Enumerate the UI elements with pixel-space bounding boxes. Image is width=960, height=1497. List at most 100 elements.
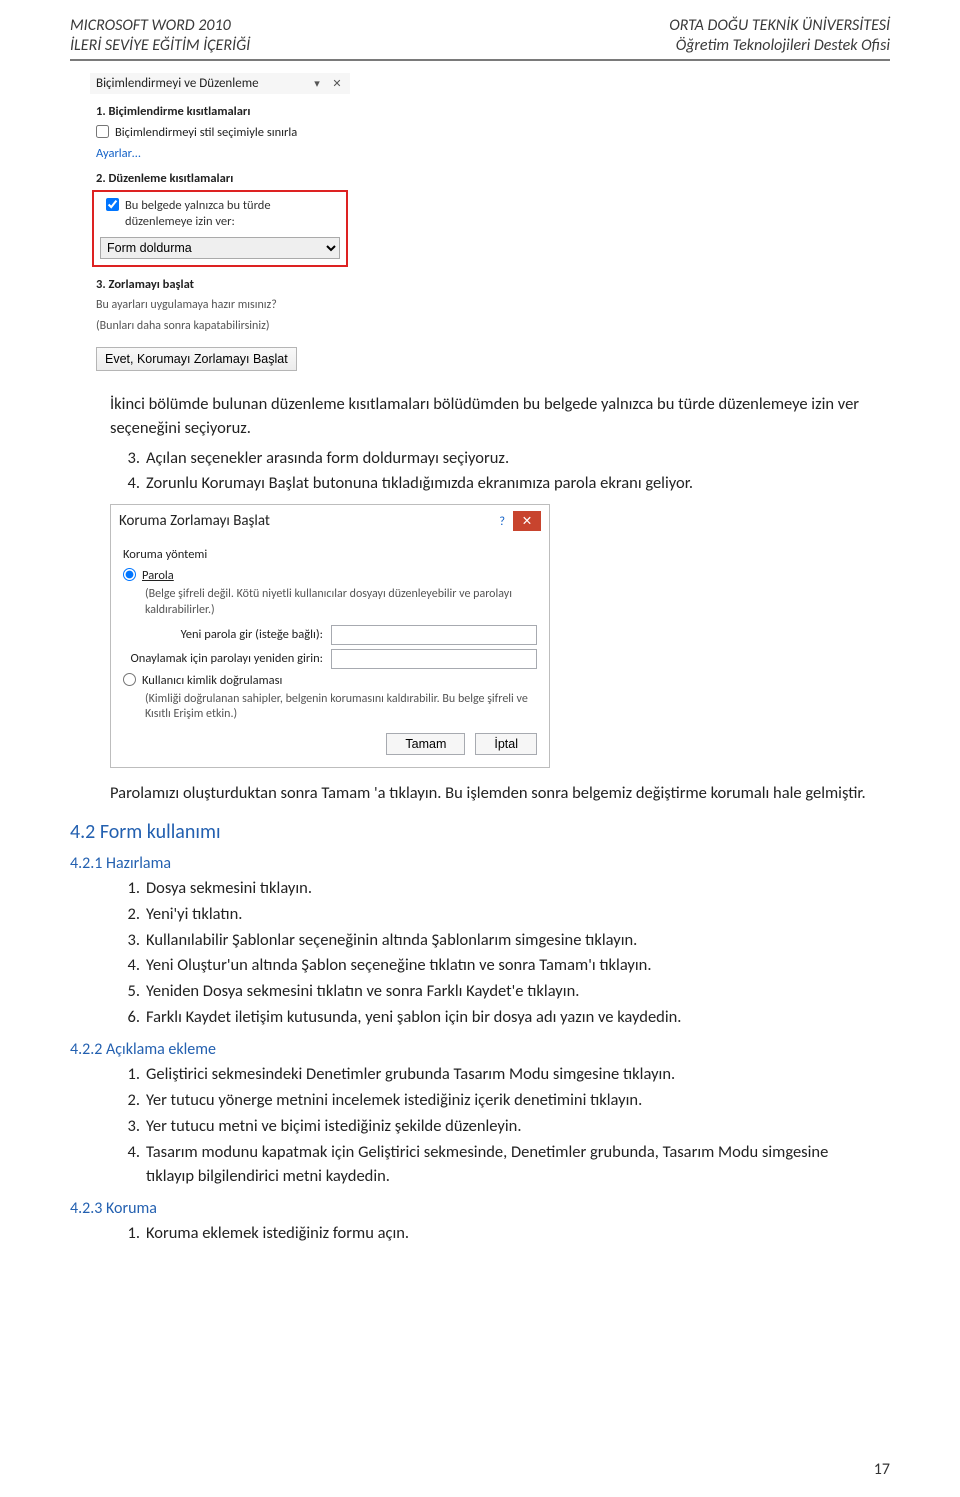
list-number: 4. [110, 1141, 140, 1165]
list-number: 3. [110, 1115, 140, 1139]
dialog-body: Koruma yöntemi Parola (Belge şifreli değ… [111, 537, 549, 766]
list-number: 4. [110, 472, 140, 496]
list-item: 3. Açılan seçenekler arasında form doldu… [110, 447, 880, 471]
ok-button[interactable]: Tamam [386, 733, 465, 755]
user-auth-radio-row[interactable]: Kullanıcı kimlik doğrulaması [123, 673, 537, 688]
list-item: 2. Yeni'yi tıklatın. [110, 903, 880, 927]
after-password-block: Parolamızı oluşturduktan sonra Tamam 'a … [110, 782, 880, 806]
restrict-section-1: 1. Biçimlendirme kısıtlamaları Biçimlend… [90, 104, 350, 161]
list-number: 4. [110, 954, 140, 978]
restrict-title-text: Biçimlendirmeyi ve Düzenleme [96, 76, 304, 91]
header-right: ORTA DOĞU TEKNİK ÜNİVERSİTESİ Öğretim Te… [669, 16, 890, 56]
start-enforcing-dialog: Koruma Zorlamayı Başlat ? ✕ Koruma yönte… [110, 504, 550, 767]
list-number: 3. [110, 929, 140, 953]
list-text: Yeni Oluştur'un altında Şablon seçeneğin… [146, 955, 652, 975]
sec423-list-wrap: 1. Koruma eklemek istediğiniz formu açın. [110, 1222, 880, 1246]
intro-paragraph: İkinci bölümde bulunan düzenleme kısıtla… [110, 393, 880, 441]
sec422-list-wrap: 1. Geliştirici sekmesindeki Denetimler gr… [110, 1063, 880, 1189]
list-item: 3. Kullanılabilir Şablonlar seçeneğinin a… [110, 929, 880, 953]
confirm-password-input[interactable] [331, 649, 537, 669]
list-text: Zorunlu Korumayı Başlat butonuna tıkladı… [146, 473, 693, 493]
restrict-title-bar: Biçimlendirmeyi ve Düzenleme ▾ ✕ [90, 73, 350, 94]
list-item: 3. Yer tutucu metni ve biçimi istediğiniz… [110, 1115, 880, 1139]
list-item: 4.Tasarım modunu kapatmak için Geliştiri… [110, 1141, 880, 1189]
user-auth-radio-label: Kullanıcı kimlik doğrulaması [142, 673, 282, 688]
format-limit-checkbox[interactable]: Biçimlendirmeyi stil seçimiyle sınırla [90, 123, 350, 142]
password-radio-row[interactable]: Parola [123, 568, 537, 583]
new-password-input[interactable] [331, 625, 537, 645]
list-item: 2. Yer tutucu yönerge metnini incelemek i… [110, 1089, 880, 1113]
close-icon[interactable]: ✕ [513, 511, 541, 531]
list-number: 1. [110, 1063, 140, 1087]
radio-icon[interactable] [123, 673, 136, 686]
user-auth-desc: (Kimliği doğrulanan sahipler, belgenin k… [145, 692, 537, 723]
list-item: 1. Dosya sekmesini tıklayın. [110, 877, 880, 901]
header-left: MICROSOFT WORD 2010 İLERİ SEVİYE EĞİTİM … [70, 16, 250, 56]
after-password-text: Parolamızı oluşturduktan sonra Tamam 'a … [110, 782, 880, 806]
edit-restriction-checkbox[interactable]: Bu belgede yalnızca bu türde düzenlemeye… [106, 198, 334, 231]
intro-block: İkinci bölümde bulunan düzenleme kısıtla… [110, 393, 880, 497]
confirm-password-row: Onaylamak için parolayı yeniden girin: [123, 649, 537, 669]
checkbox-icon[interactable] [106, 198, 119, 211]
section-4-2-title: 4.2 Form kullanımı [70, 820, 890, 844]
list-number: 5. [110, 980, 140, 1004]
list-item: 6.Farklı Kaydet iletişim kutusunda, yeni… [110, 1006, 880, 1030]
radio-icon[interactable] [123, 568, 136, 581]
edit-type-select[interactable]: Form doldurma [100, 237, 340, 259]
list-number: 1. [110, 877, 140, 901]
password-radio-label: Parola [142, 568, 174, 583]
list-text: Koruma eklemek istediğiniz formu açın. [146, 1223, 409, 1243]
dialog-title-bar: Koruma Zorlamayı Başlat ? ✕ [111, 505, 549, 537]
intro-list: 3. Açılan seçenekler arasında form doldu… [110, 447, 880, 497]
restrict-sec3-title: 3. Zorlamayı başlat [96, 277, 344, 292]
page-number: 17 [874, 1460, 890, 1479]
list-item: 5. Yeniden Dosya sekmesini tıklatın ve so… [110, 980, 880, 1004]
list-text: Farklı Kaydet iletişim kutusunda, yeni ş… [146, 1007, 681, 1027]
dialog-buttons: Tamam İptal [123, 733, 537, 755]
close-icon[interactable]: ✕ [330, 77, 344, 91]
section-4-2-2-title: 4.2.2 Açıklama ekleme [70, 1040, 890, 1059]
restrict-section-2: 2. Düzenleme kısıtlamaları Bu belgede ya… [90, 171, 350, 267]
list-item: 4. Yeni Oluştur'un altında Şablon seçeneğ… [110, 954, 880, 978]
page-header: MICROSOFT WORD 2010 İLERİ SEVİYE EĞİTİM … [70, 16, 890, 56]
restrict-editing-pane: Biçimlendirmeyi ve Düzenleme ▾ ✕ 1. Biçi… [90, 73, 350, 377]
dialog-title-text: Koruma Zorlamayı Başlat [119, 512, 499, 530]
list-number: 2. [110, 1089, 140, 1113]
list-text: Tasarım modunu kapatmak için Geliştirici… [146, 1142, 828, 1186]
list-text: Dosya sekmesini tıklayın. [146, 878, 312, 898]
list-text: Yeni'yi tıklatın. [146, 904, 242, 924]
sec421-list: 1. Dosya sekmesini tıklayın. 2. Yeni'yi tı… [110, 877, 880, 1031]
list-text: Açılan seçenekler arasında form doldurma… [146, 448, 509, 468]
settings-link[interactable]: Ayarlar… [96, 146, 344, 161]
list-text: Yeniden Dosya sekmesini tıklatın ve sonr… [146, 981, 579, 1001]
sec422-list: 1. Geliştirici sekmesindeki Denetimler gr… [110, 1063, 880, 1189]
help-icon[interactable]: ? [499, 514, 505, 529]
list-text: Kullanılabilir Şablonlar seçeneğinin alt… [146, 930, 637, 950]
checkbox-icon[interactable] [96, 125, 109, 138]
password-desc: (Belge şifreli değil. Kötü niyetli kulla… [145, 587, 537, 618]
sec421-list-wrap: 1. Dosya sekmesini tıklayın. 2. Yeni'yi tı… [110, 877, 880, 1031]
restrict-section-3: 3. Zorlamayı başlat Bu ayarları uygulama… [90, 277, 350, 377]
edit-restriction-label: Bu belgede yalnızca bu türde düzenlemeye… [125, 198, 334, 231]
list-item: 1. Koruma eklemek istediğiniz formu açın. [110, 1222, 880, 1246]
header-left-line2: İLERİ SEVİYE EĞİTİM İÇERİĞİ [70, 36, 250, 56]
edit-restriction-box: Bu belgede yalnızca bu türde düzenlemeye… [92, 190, 348, 267]
chevron-down-icon[interactable]: ▾ [310, 77, 324, 91]
list-text: Yer tutucu metni ve biçimi istediğiniz ş… [146, 1116, 522, 1136]
cancel-button[interactable]: İptal [475, 733, 537, 755]
format-limit-label: Biçimlendirmeyi stil seçimiyle sınırla [115, 125, 297, 140]
start-enforcing-button[interactable]: Evet, Korumayı Zorlamayı Başlat [96, 347, 297, 371]
confirm-password-label: Onaylamak için parolayı yeniden girin: [123, 651, 323, 666]
section-4-2-1-title: 4.2.1 Hazırlama [70, 854, 890, 873]
protection-method-label: Koruma yöntemi [123, 547, 537, 562]
restrict-sec3-text2: (Bunları daha sonra kapatabilirsiniz) [96, 319, 344, 335]
list-number: 2. [110, 903, 140, 927]
list-item: 4. Zorunlu Korumayı Başlat butonuna tıkl… [110, 472, 880, 496]
header-right-line2: Öğretim Teknolojileri Destek Ofisi [669, 36, 890, 56]
list-text: Geliştirici sekmesindeki Denetimler grub… [146, 1064, 675, 1084]
list-number: 1. [110, 1222, 140, 1246]
sec423-list: 1. Koruma eklemek istediğiniz formu açın. [110, 1222, 880, 1246]
header-right-line1: ORTA DOĞU TEKNİK ÜNİVERSİTESİ [669, 16, 890, 36]
header-left-line1: MICROSOFT WORD 2010 [70, 16, 250, 36]
list-text: Yer tutucu yönerge metnini incelemek ist… [146, 1090, 642, 1110]
